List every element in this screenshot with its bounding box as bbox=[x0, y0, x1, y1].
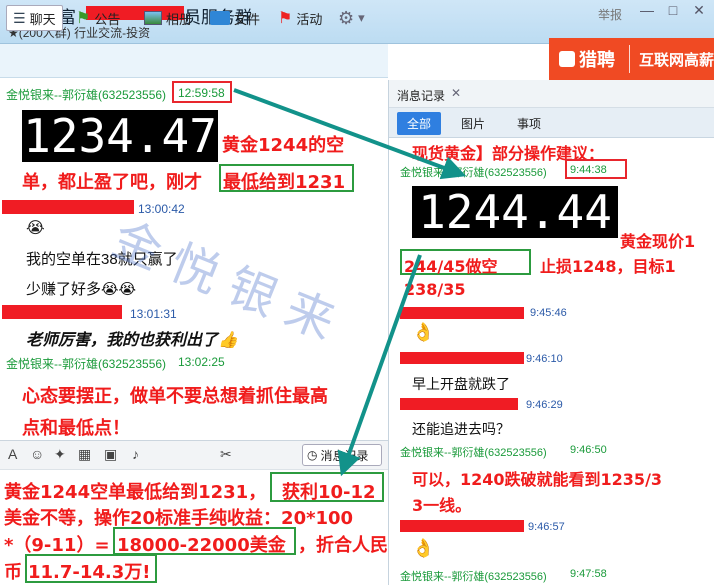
arrow-to-history-time bbox=[233, 88, 467, 180]
arrow-to-summary bbox=[337, 254, 422, 477]
annotation-arrows bbox=[233, 88, 467, 477]
